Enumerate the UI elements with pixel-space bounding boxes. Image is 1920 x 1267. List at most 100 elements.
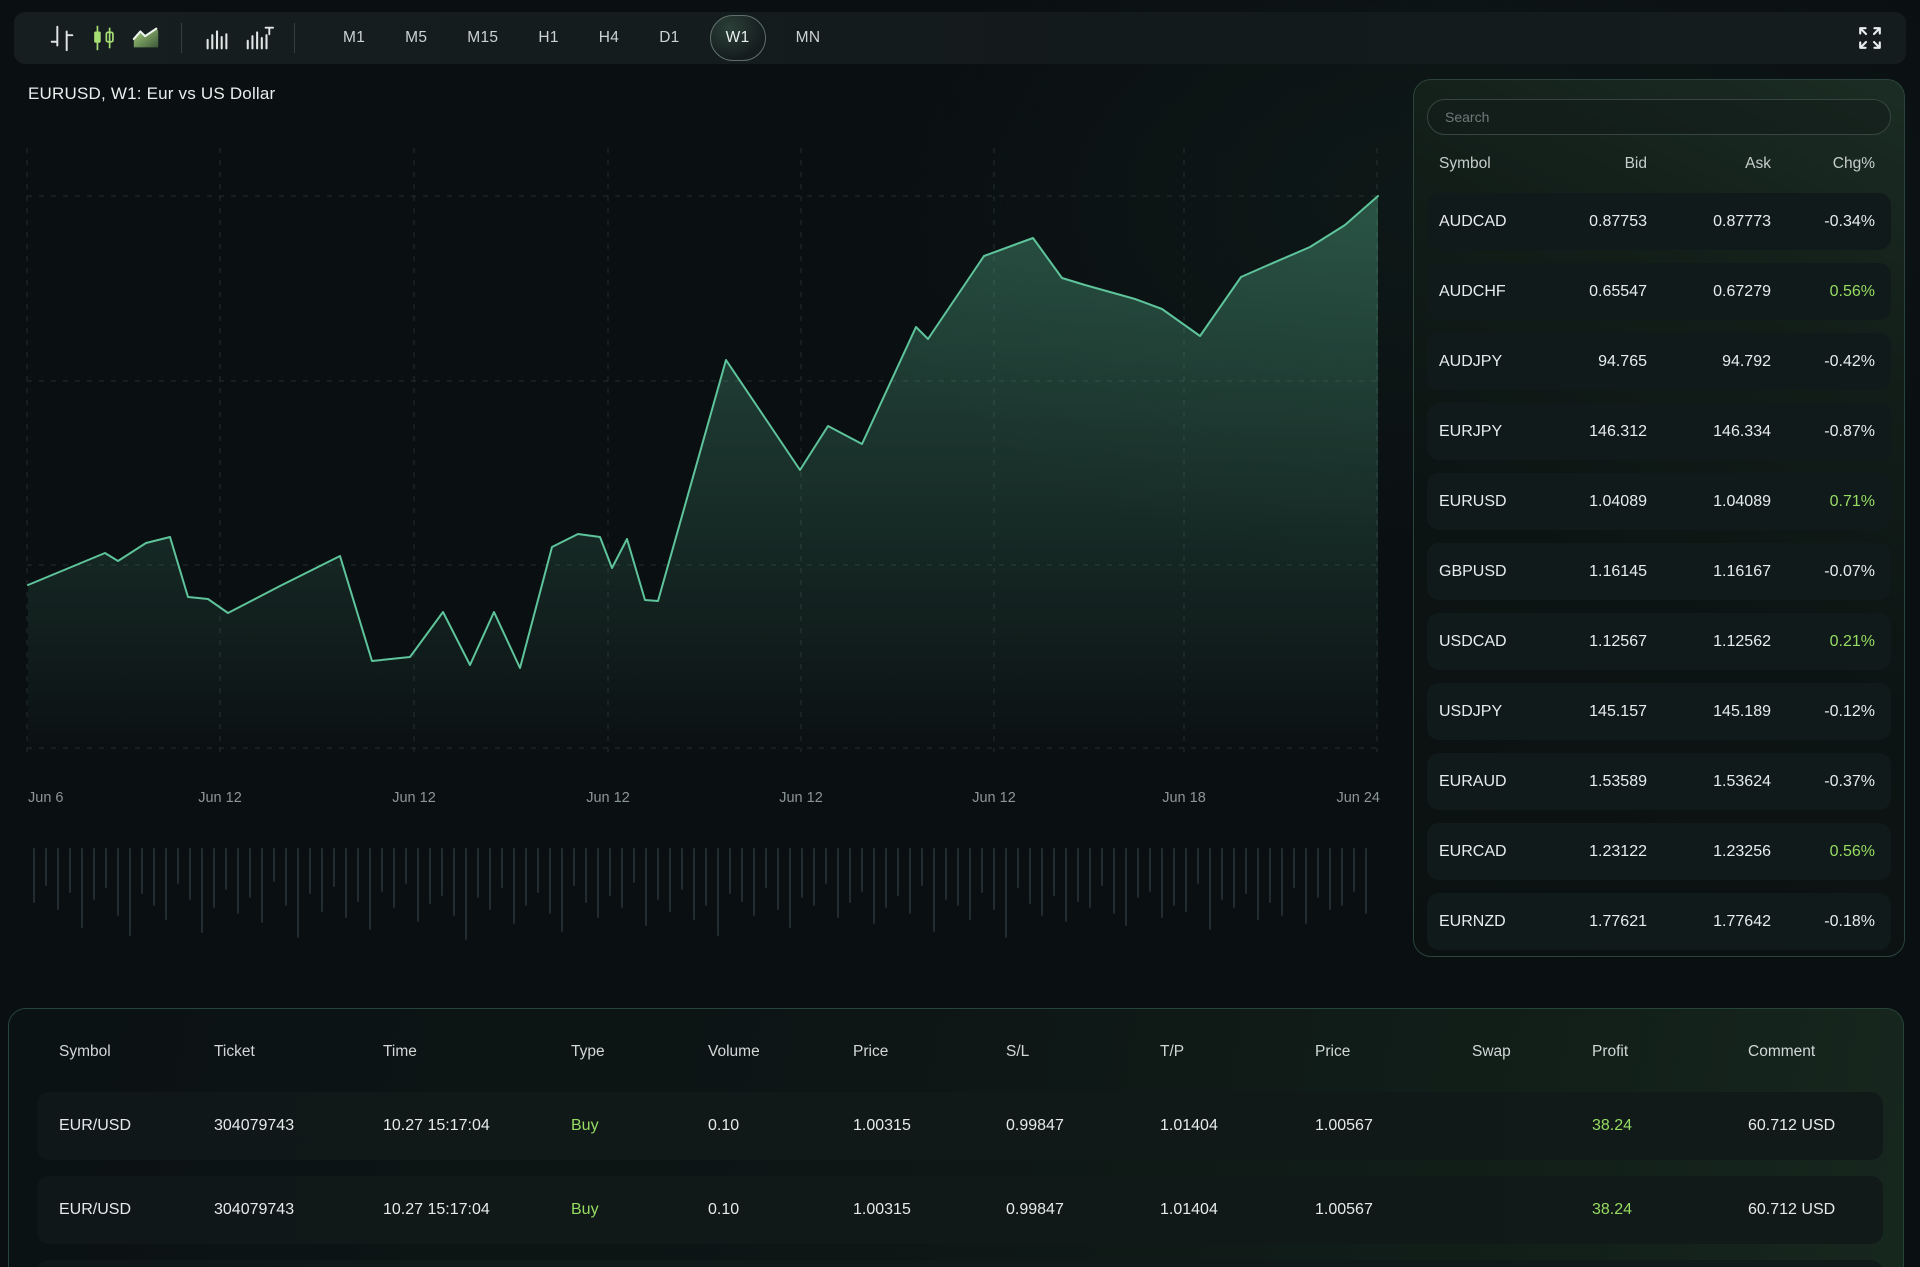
cell-tp: 1.01404: [1160, 1117, 1315, 1135]
volume-bar: [1365, 848, 1367, 914]
timeframe-w1[interactable]: W1: [710, 15, 766, 61]
bars-icon[interactable]: [41, 18, 83, 58]
volume-bar: [165, 848, 167, 920]
volume-bar: [549, 848, 551, 914]
volume-bar: [1221, 848, 1223, 900]
volume-bar: [1041, 848, 1043, 916]
volume-bar: [669, 848, 671, 912]
x-axis-label: Jun 12: [198, 790, 242, 806]
price-chart-canvas[interactable]: Jun 6Jun 12Jun 12Jun 12Jun 12Jun 12Jun 1…: [0, 140, 1390, 940]
position-row[interactable]: EUR/USD30407974310.27 15:17:04Buy0.101.0…: [37, 1176, 1883, 1244]
chart-title: EURUSD, W1: Eur vs US Dollar: [28, 84, 275, 104]
tick-volume-icon[interactable]: [238, 18, 280, 58]
watchlist-row-usdjpy[interactable]: USDJPY145.157145.189-0.12%: [1427, 683, 1891, 740]
cell-volume: 0.10: [708, 1201, 853, 1219]
search-input[interactable]: [1427, 99, 1891, 135]
toolbar-divider: [294, 23, 295, 53]
volume-bar: [957, 848, 959, 906]
watchlist-row-euraud[interactable]: EURAUD1.535891.53624-0.37%: [1427, 753, 1891, 810]
cell-time: 10.27 15:17:04: [383, 1117, 571, 1135]
volume-bar: [729, 848, 731, 894]
timeframe-m15[interactable]: M15: [457, 16, 508, 60]
volume-bar: [1029, 848, 1031, 904]
x-axis-label: Jun 24: [1336, 790, 1380, 806]
position-row[interactable]: EUR/USD30407974310.27 15:17:04Buy0.101.0…: [37, 1260, 1883, 1267]
cell-symbol: EURJPY: [1439, 423, 1517, 441]
cell-ask: 0.87773: [1647, 213, 1771, 231]
volume-bar: [1089, 848, 1091, 908]
chart-toolbar: M1 M5 M15 H1 H4 D1 W1 MN: [14, 12, 1906, 64]
volume-bar: [621, 848, 623, 908]
timeframe-mn[interactable]: MN: [786, 16, 831, 60]
volume-bar: [309, 848, 311, 894]
x-axis-label: Jun 12: [392, 790, 436, 806]
volume-bar: [225, 848, 227, 890]
cell-ask: 145.189: [1647, 703, 1771, 721]
watchlist-row-eurjpy[interactable]: EURJPY146.312146.334-0.87%: [1427, 403, 1891, 460]
volume-bar: [633, 848, 635, 883]
volume-bar: [1209, 848, 1211, 930]
position-row[interactable]: EUR/USD30407974310.27 15:17:04Buy0.101.0…: [37, 1092, 1883, 1160]
cell-symbol: GBPUSD: [1439, 563, 1517, 581]
volume-bar: [525, 848, 527, 906]
watchlist-row-eurnzd[interactable]: EURNZD1.776211.77642-0.18%: [1427, 893, 1891, 950]
volume-bar: [429, 848, 431, 904]
watchlist-row-eurusd[interactable]: EURUSD1.040891.040890.71%: [1427, 473, 1891, 530]
timeframe-h4[interactable]: H4: [589, 16, 629, 60]
volume-bar: [1053, 848, 1055, 896]
volume-bar: [705, 848, 707, 906]
timeframe-m1[interactable]: M1: [333, 16, 375, 60]
watchlist-column-ask: Ask: [1647, 155, 1771, 173]
volume-bar: [693, 848, 695, 920]
candles-icon[interactable]: [83, 18, 125, 58]
x-axis-label: Jun 18: [1162, 790, 1206, 806]
volume-bar: [1065, 848, 1067, 922]
volume-bar: [801, 848, 803, 898]
volume-bar: [477, 848, 479, 898]
cell-chg: -0.42%: [1771, 353, 1875, 371]
volume-bar: [1137, 848, 1139, 898]
positions-column-4-volume: Volume: [708, 1043, 853, 1061]
volume-bar: [273, 848, 275, 882]
cell-ask: 1.77642: [1647, 913, 1771, 931]
cell-ticket: 304079743: [214, 1201, 383, 1219]
cell-symbol: USDCAD: [1439, 633, 1517, 651]
volume-bar: [921, 848, 923, 886]
watchlist-column-chg: Chg%: [1771, 155, 1875, 173]
positions-column-1-ticket: Ticket: [214, 1043, 383, 1061]
volume-bar: [345, 848, 347, 918]
watchlist-row-eurcad[interactable]: EURCAD1.231221.232560.56%: [1427, 823, 1891, 880]
positions-column-6-sl: S/L: [1006, 1043, 1160, 1061]
volume-bar: [537, 848, 539, 893]
volume-bar: [561, 848, 563, 932]
volume-bar: [1245, 848, 1247, 894]
watchlist-row-audchf[interactable]: AUDCHF0.655470.672790.56%: [1427, 263, 1891, 320]
x-axis-label: Jun 12: [972, 790, 1016, 806]
cell-price: 1.00315: [853, 1117, 1006, 1135]
timeframe-h1[interactable]: H1: [528, 16, 568, 60]
area-chart-icon[interactable]: [125, 18, 167, 58]
volume-bar: [69, 848, 71, 893]
price-area-fill: [28, 196, 1378, 765]
cell-time: 10.27 15:17:04: [383, 1201, 571, 1219]
cell-price2: 1.00567: [1315, 1117, 1472, 1135]
volume-bar: [129, 848, 131, 936]
volume-icon[interactable]: [196, 18, 238, 58]
volume-bar: [189, 848, 191, 900]
volume-bar: [45, 848, 47, 886]
volume-bar: [597, 848, 599, 918]
watchlist-row-audjpy[interactable]: AUDJPY94.76594.792-0.42%: [1427, 333, 1891, 390]
watchlist-row-gbpusd[interactable]: GBPUSD1.161451.16167-0.07%: [1427, 543, 1891, 600]
cell-price2: 1.00567: [1315, 1201, 1472, 1219]
timeframe-d1[interactable]: D1: [649, 16, 689, 60]
volume-bar: [81, 848, 83, 928]
watchlist-row-audcad[interactable]: AUDCAD0.877530.87773-0.34%: [1427, 193, 1891, 250]
cell-type: Buy: [571, 1117, 708, 1135]
fullscreen-button[interactable]: [1848, 16, 1892, 60]
cell-ask: 0.67279: [1647, 283, 1771, 301]
cell-bid: 0.65547: [1517, 283, 1647, 301]
timeframe-m5[interactable]: M5: [395, 16, 437, 60]
volume-bar: [321, 848, 323, 912]
tick-volume-icon: [244, 23, 274, 53]
watchlist-row-usdcad[interactable]: USDCAD1.125671.125620.21%: [1427, 613, 1891, 670]
